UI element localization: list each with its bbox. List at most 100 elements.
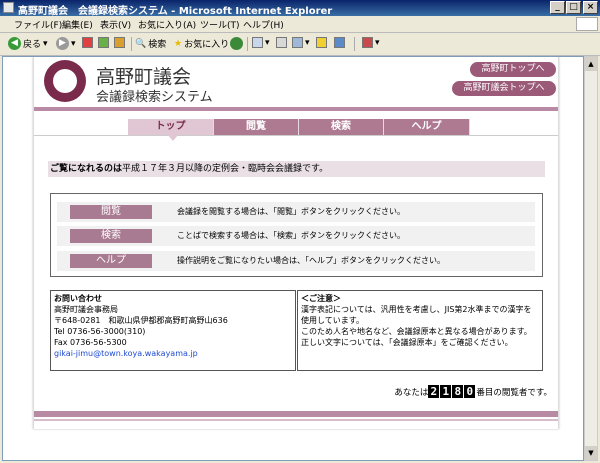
forward-button[interactable]: ▶ ▾ [56, 37, 76, 50]
tab-browse[interactable]: 閲覧 [214, 119, 299, 135]
research-button[interactable]: ▾ [362, 37, 380, 48]
search-description: ことばで検索する場合は、「検索」ボタンをクリックください。 [177, 231, 405, 240]
counter-digit: 1 [440, 385, 452, 398]
back-arrow-icon: ◀ [8, 37, 21, 50]
site-subtitle: 会議録検索システム [96, 90, 213, 105]
menu-help[interactable]: ヘルプ(H) [243, 18, 284, 31]
edit-button[interactable]: ▾ [292, 37, 310, 48]
menu-bar: ファイル(F) 編集(E) 表示(V) お気に入り(A) ツール(T) ヘルプ(… [0, 16, 600, 33]
maximize-button[interactable]: □ [566, 1, 581, 14]
minimize-button[interactable]: _ [550, 1, 565, 14]
research-icon [362, 37, 373, 48]
discuss-button[interactable] [316, 37, 327, 48]
contact-org: 高野町議会事務局 [54, 305, 118, 314]
print-icon [276, 37, 287, 48]
action-panel: 閲覧 会議録を閲覧する場合は、「閲覧」ボタンをクリックください。 検索 ことばで… [50, 193, 543, 277]
edit-icon [292, 37, 303, 48]
scroll-up-icon[interactable]: ▲ [585, 57, 597, 71]
window-title: 高野町議会 会議録検索システム - Microsoft Internet Exp… [18, 6, 333, 17]
messenger-icon [334, 37, 345, 48]
action-row: 閲覧 会議録を閲覧する場合は、「閲覧」ボタンをクリックください。 [57, 202, 535, 222]
menu-file[interactable]: ファイル(F) [14, 18, 62, 31]
browser-viewport: 高野町議会 会議録検索システム 高野町トップへ 高野町議会トップへ トップ 閲覧… [2, 56, 584, 461]
history-button[interactable] [230, 37, 243, 50]
stop-button[interactable] [82, 37, 93, 48]
stop-icon [82, 37, 93, 48]
scroll-down-icon[interactable]: ▼ [585, 446, 597, 460]
browse-button[interactable]: 閲覧 [70, 205, 152, 219]
town-top-link[interactable]: 高野町トップへ [470, 62, 556, 77]
help-button[interactable]: ヘルプ [70, 254, 152, 268]
history-icon [230, 37, 243, 50]
vertical-scrollbar[interactable]: ▲ ▼ [584, 56, 598, 461]
site-title: 高野町議会 [96, 66, 192, 88]
messenger-button[interactable] [334, 37, 345, 48]
main-nav: トップ 閲覧 検索 ヘルプ [34, 119, 558, 135]
contact-fax: Fax 0736-56-5300 [54, 338, 127, 347]
star-icon: ★ [174, 38, 183, 49]
search-icon: 🔍 [135, 38, 147, 49]
chevron-down-icon: ▾ [305, 37, 310, 48]
menu-edit[interactable]: 編集(E) [62, 18, 93, 31]
mail-icon [252, 37, 263, 48]
intro-banner: ご覧になれるのは平成１７年３月以降の定例会・臨時会会議録です。 [48, 161, 545, 177]
browse-description: 会議録を閲覧する場合は、「閲覧」ボタンをクリックください。 [177, 207, 405, 216]
active-tab-pointer-icon [167, 134, 179, 141]
discuss-icon [316, 37, 327, 48]
chevron-down-icon: ▾ [43, 38, 48, 49]
council-top-link[interactable]: 高野町議会トップへ [452, 81, 556, 96]
counter-digit: 0 [464, 385, 476, 398]
notice-box: ＜ご注意＞ 漢字表記については、汎用性を考慮し、JIS第2水準までの漢字を使用し… [297, 290, 543, 371]
favorites-button[interactable]: ★ お気に入り [174, 37, 229, 51]
forward-arrow-icon: ▶ [56, 37, 69, 50]
toolbar-divider [354, 37, 355, 51]
close-button[interactable]: × [583, 1, 598, 14]
toolbar-divider [247, 37, 248, 51]
window-titlebar: 高野町議会 会議録検索システム - Microsoft Internet Exp… [0, 0, 600, 17]
browser-toolbar: ◀ 戻る ▾ ▶ ▾ 🔍 検索 ★ お気に入り ▾ ▾ ▾ [0, 33, 600, 56]
counter-prefix: あなたは [394, 387, 429, 398]
search-button[interactable]: 🔍 検索 [135, 37, 166, 51]
print-button[interactable] [276, 37, 287, 48]
home-icon [114, 37, 125, 48]
menu-favorites[interactable]: お気に入り(A) [138, 18, 196, 31]
counter-digit: 2 [428, 385, 440, 398]
contact-email-link[interactable]: gikai-jimu@town.koya.wakayama.jp [54, 348, 292, 359]
notice-heading: ＜ご注意＞ [301, 294, 341, 303]
page-container: 高野町議会 会議録検索システム 高野町トップへ 高野町議会トップへ トップ 閲覧… [33, 57, 559, 429]
contact-tel: Tel 0736-56-3000(310) [54, 327, 146, 336]
tab-help[interactable]: ヘルプ [384, 119, 470, 135]
visitor-counter: あなたは 2 1 8 0 番目の閲覧者です。 [394, 385, 552, 398]
help-description: 操作説明をご覧になりたい場合は、「ヘルプ」ボタンをクリックください。 [177, 256, 445, 265]
action-row: 検索 ことばで検索する場合は、「検索」ボタンをクリックください。 [57, 226, 535, 246]
contact-box: お問い合わせ 高野町議会事務局 〒648-0281 和歌山県伊都郡高野町高野山6… [50, 290, 296, 371]
nav-underline [34, 135, 558, 136]
notice-text-2: このため人名や地名など、会議録原本と異なる場合があります。正しい文字については、… [301, 327, 532, 347]
search-page-button[interactable]: 検索 [70, 229, 152, 243]
chevron-down-icon: ▾ [375, 37, 380, 48]
counter-suffix: 番目の閲覧者です。 [476, 387, 552, 398]
counter-digit: 8 [452, 385, 464, 398]
footer-rule [34, 411, 558, 417]
action-row: ヘルプ 操作説明をご覧になりたい場合は、「ヘルプ」ボタンをクリックください。 [57, 251, 535, 271]
menu-view[interactable]: 表示(V) [100, 18, 131, 31]
refresh-icon [98, 37, 109, 48]
mail-button[interactable]: ▾ [252, 37, 270, 48]
contact-address: 〒648-0281 和歌山県伊都郡高野町高野山636 [54, 316, 228, 325]
tab-top[interactable]: トップ [128, 119, 214, 135]
tab-search[interactable]: 検索 [299, 119, 384, 135]
windows-logo-icon [576, 17, 598, 31]
menu-tools[interactable]: ツール(T) [200, 18, 240, 31]
header-rule [34, 107, 558, 111]
chevron-down-icon: ▾ [265, 37, 270, 48]
home-button[interactable] [114, 37, 125, 48]
ie-page-icon [3, 2, 14, 13]
notice-text-1: 漢字表記については、汎用性を考慮し、JIS第2水準までの漢字を使用しています。 [301, 305, 532, 325]
town-emblem-logo [44, 60, 86, 102]
contact-heading: お問い合わせ [54, 294, 102, 303]
footer-rule-thin [34, 419, 558, 421]
back-button[interactable]: ◀ 戻る ▾ [8, 37, 48, 50]
refresh-button[interactable] [98, 37, 109, 48]
toolbar-divider [131, 37, 132, 51]
chevron-down-icon: ▾ [71, 38, 76, 49]
